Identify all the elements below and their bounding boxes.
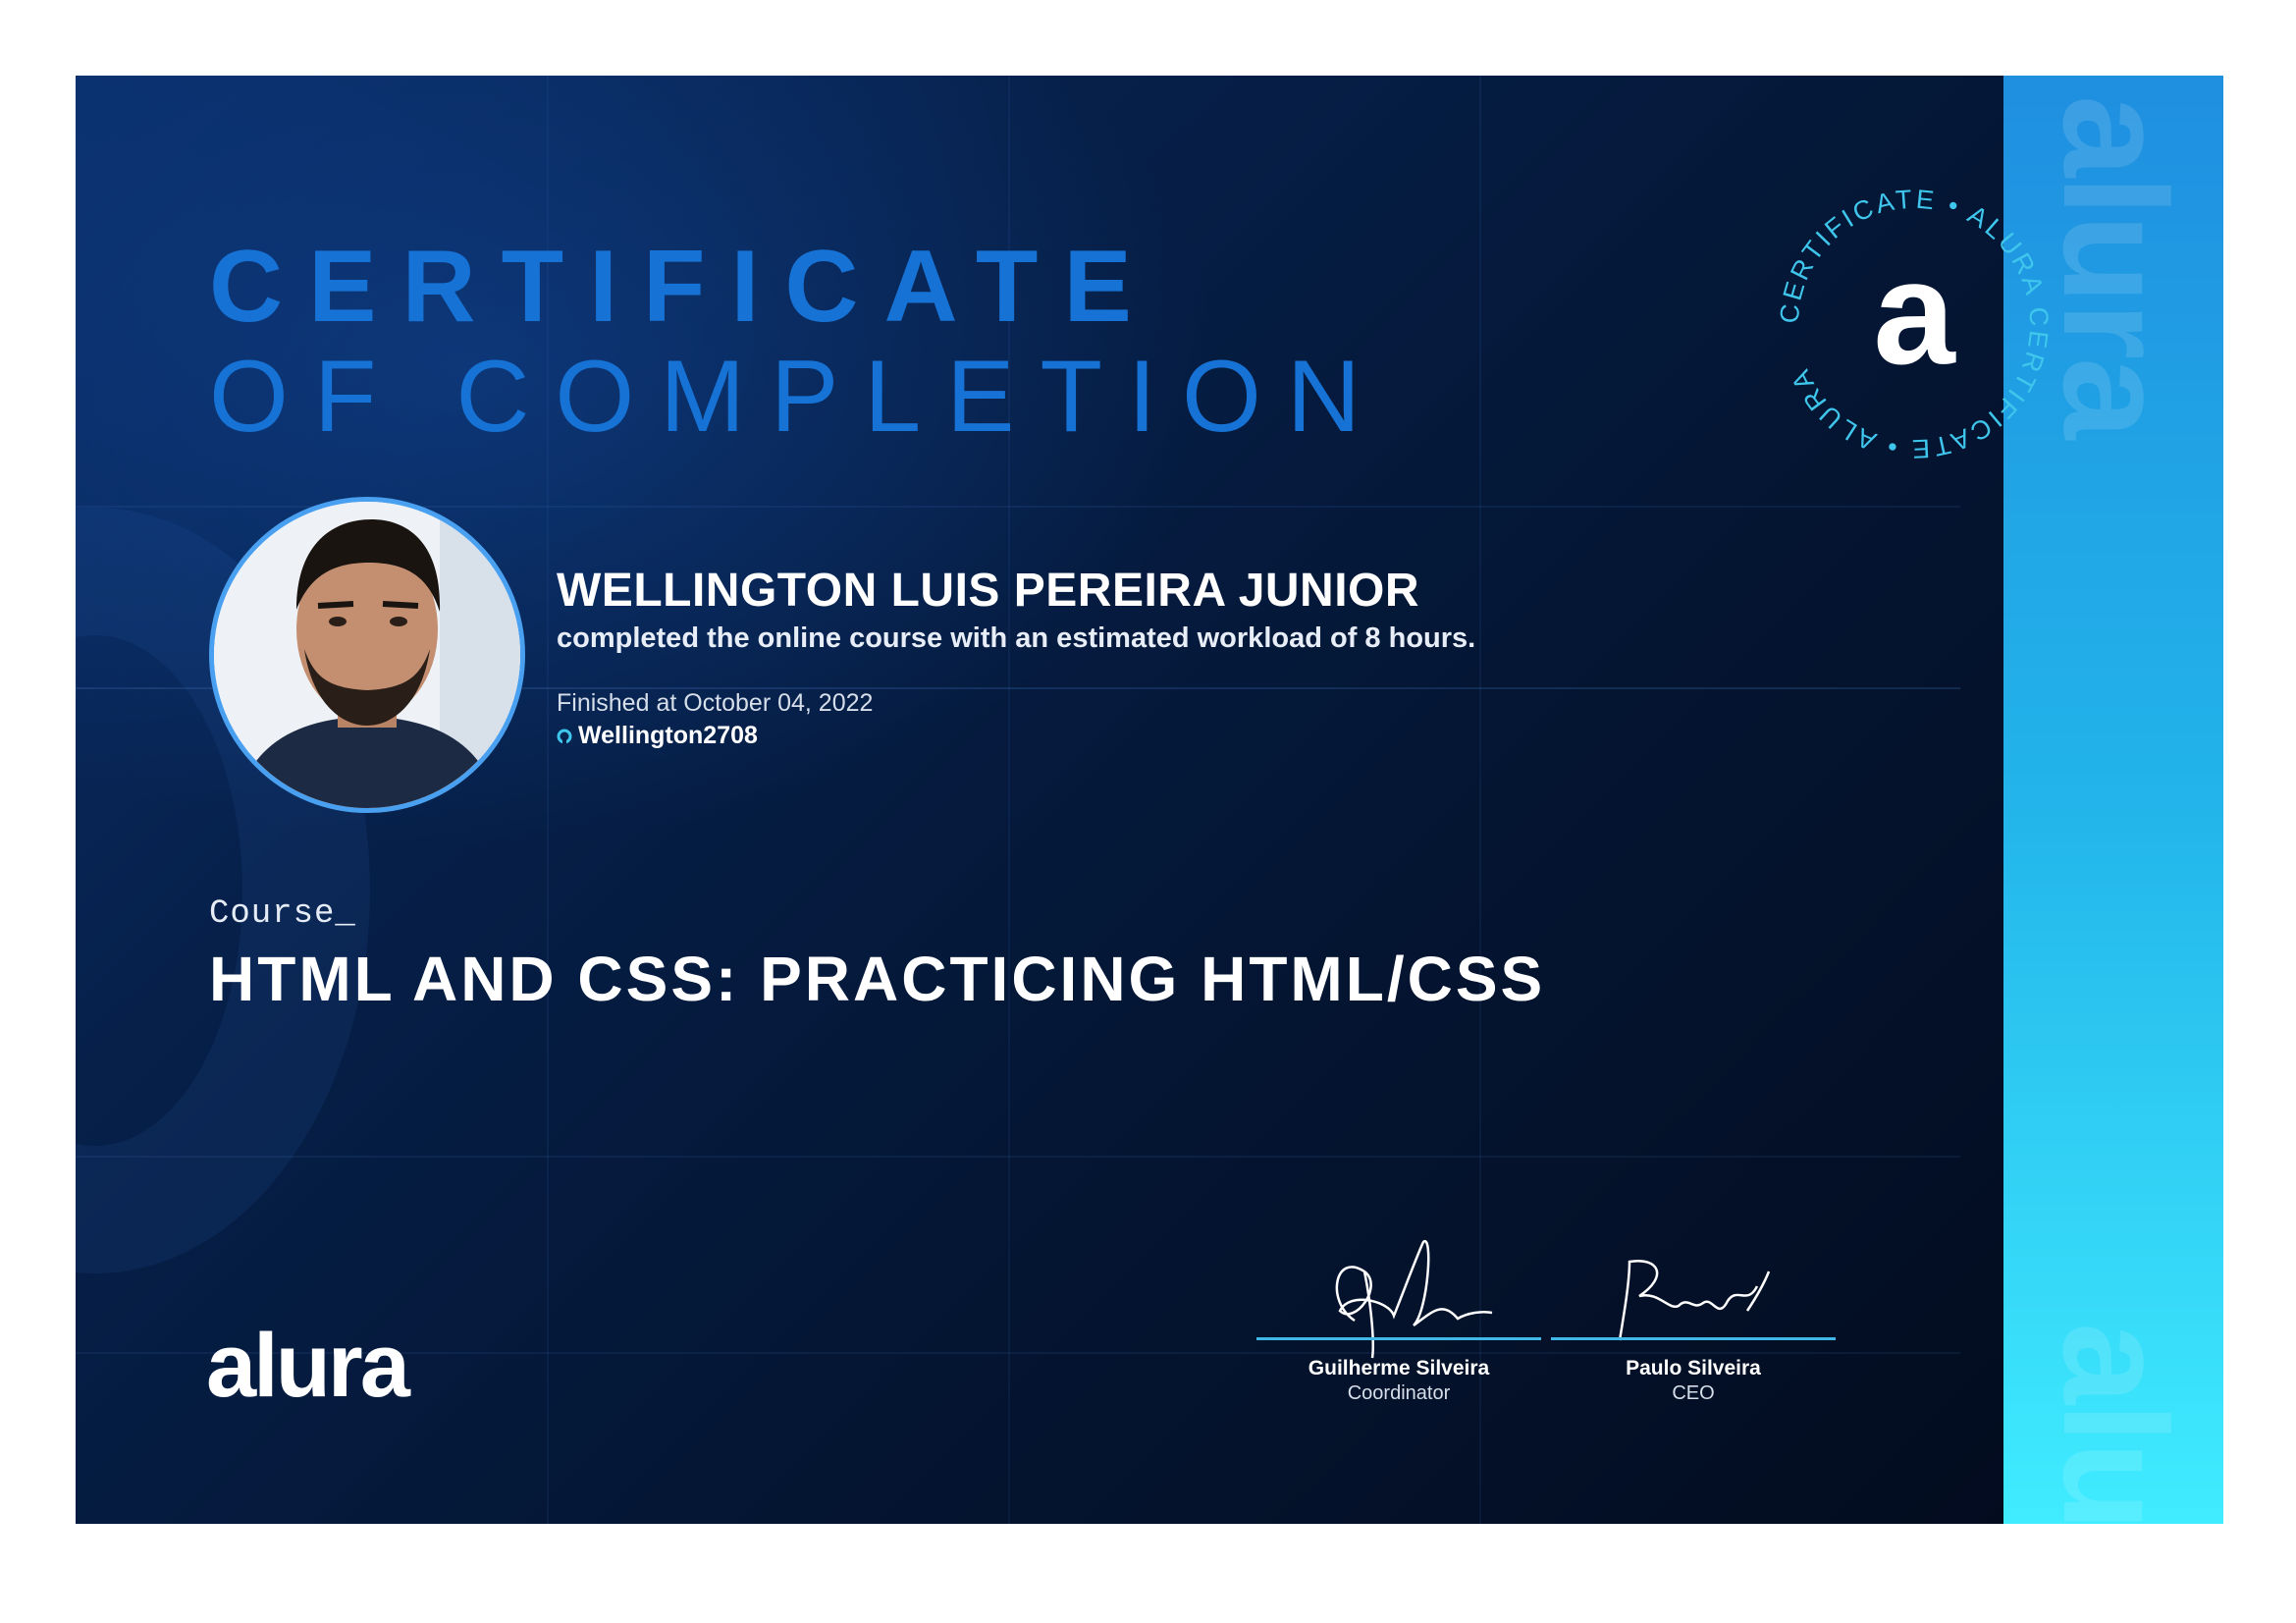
alura-logo: alura (206, 1316, 410, 1416)
signatory-name: Guilherme Silveira (1308, 1357, 1490, 1380)
course-label: Course_ (209, 895, 356, 933)
student-username: Wellington2708 (578, 722, 758, 749)
signature-line (1551, 1337, 1836, 1340)
side-watermark-bottom: alura (2033, 1323, 2198, 1524)
student-avatar (209, 497, 525, 813)
seal-logo-letter: a (1873, 230, 1956, 395)
student-name: WELLINGTON LUIS PEREIRA JUNIOR (557, 565, 1420, 617)
alura-seal: CERTIFICATE • ALURA CERTIFICATE • ALURA … (1775, 185, 2052, 464)
course-title: HTML AND CSS: PRACTICING HTML/CSS (209, 944, 1546, 1014)
signatory-name: Paulo Silveira (1626, 1357, 1761, 1380)
github-icon (557, 729, 572, 744)
signatory-role: CEO (1672, 1382, 1715, 1404)
certificate-title: CERTIFICATE (209, 230, 1157, 344)
student-username-row: Wellington2708 (557, 722, 758, 750)
certificate-subtitle: OF COMPLETION (209, 340, 1386, 454)
grid-line (76, 1156, 1960, 1158)
finished-date: Finished at October 04, 2022 (557, 689, 874, 717)
signature-guilherme (1335, 1240, 1493, 1359)
completion-description: completed the online course with an esti… (557, 622, 1476, 654)
signatory-role: Coordinator (1347, 1382, 1451, 1404)
avatar-photo (214, 502, 520, 808)
signature-paulo (1618, 1259, 1771, 1341)
signature-line (1256, 1337, 1541, 1340)
